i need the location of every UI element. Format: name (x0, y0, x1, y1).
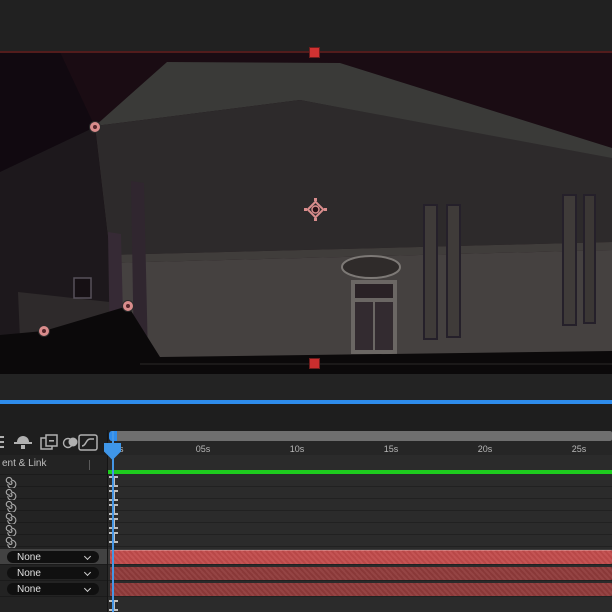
timeline-panel: :00s 05s 10s 15s 20s 25s (0, 404, 612, 612)
composition-viewer (0, 0, 612, 374)
bbox-top-handle[interactable] (309, 47, 320, 58)
bbox-bottom-edge (140, 363, 612, 365)
property-row (0, 511, 108, 524)
parent-link-header: ent & Link (0, 455, 108, 475)
pilaster-2 (446, 204, 461, 338)
corner-handle-bottom-left[interactable] (38, 325, 50, 337)
property-row (0, 499, 108, 512)
parent-dropdown[interactable]: None (7, 567, 99, 579)
header-separator (89, 460, 90, 470)
pilaster-4 (583, 194, 596, 324)
after-effects-window: % (Full) (0, 0, 612, 612)
property-track-row (108, 535, 612, 547)
layer-row-selected[interactable]: None (0, 549, 108, 565)
parent-dropdown[interactable]: None (7, 583, 99, 595)
property-row (0, 487, 108, 500)
ram-cache-indicator (108, 470, 612, 474)
hide-shy-layers-button[interactable] (14, 432, 32, 452)
frame-blending-icon (40, 433, 58, 450)
oval-sign (341, 255, 401, 279)
ruler-label: 25s (571, 444, 587, 454)
ruler-label: 05s (195, 444, 211, 454)
viewer-toolbar: % (Full) (0, 374, 612, 401)
time-navigator-bar[interactable] (110, 431, 612, 441)
ruler-label: 10s (289, 444, 305, 454)
graph-editor-button[interactable] (78, 432, 98, 452)
ruler-label: 20s (477, 444, 493, 454)
anchor-point[interactable] (303, 197, 328, 222)
column-divider[interactable] (107, 430, 108, 612)
timeline-left-column: ent & Link None None None (0, 455, 108, 612)
layer-bar-selected[interactable] (110, 550, 612, 564)
layer-bar[interactable] (110, 583, 612, 596)
building-door (351, 280, 397, 354)
graph-editor-icon (78, 433, 98, 451)
property-track-row (108, 523, 612, 535)
clipped-list-icon[interactable] (0, 432, 7, 452)
shy-guy-icon (14, 436, 32, 449)
layer-bar[interactable] (110, 567, 612, 580)
pilaster-1 (423, 204, 438, 340)
chevron-down-icon (83, 552, 92, 560)
bbox-top-edge (0, 51, 612, 53)
chevron-down-icon (83, 584, 92, 592)
property-track-row (108, 499, 612, 511)
corner-handle-top[interactable] (89, 121, 101, 133)
corner-handle-bottom-mid[interactable] (122, 300, 134, 312)
frame-blending-button[interactable] (40, 432, 58, 452)
parent-dropdown[interactable]: None (7, 551, 99, 563)
pilaster-3 (562, 194, 577, 326)
bbox-bottom-handle[interactable] (309, 358, 320, 369)
pick-whip-icon[interactable] (4, 535, 17, 548)
ruler-label: 15s (383, 444, 399, 454)
property-row (0, 475, 108, 488)
layer-row[interactable]: None (0, 581, 108, 597)
left-wall-window (73, 277, 92, 299)
property-track-row (108, 487, 612, 499)
chevron-down-icon (83, 568, 92, 576)
property-track-row (108, 511, 612, 523)
layer-row[interactable]: None (0, 565, 108, 581)
property-track-row (108, 475, 612, 487)
property-row (0, 535, 108, 548)
property-row (0, 523, 108, 536)
